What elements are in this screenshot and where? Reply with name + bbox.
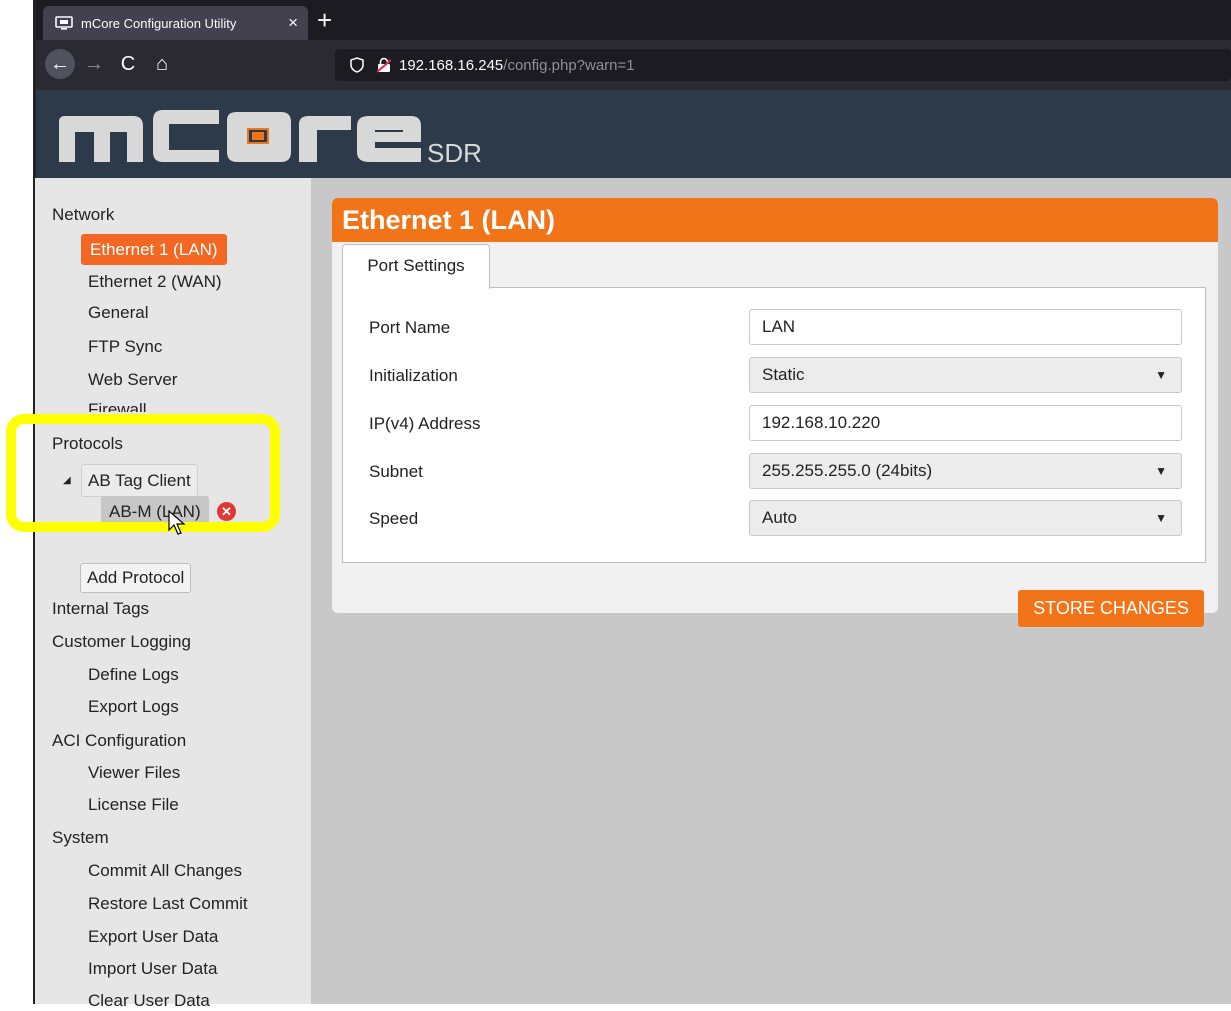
- tab-port-settings[interactable]: Port Settings: [342, 244, 490, 289]
- address-bar[interactable]: 192.168.16.245/config.php?warn=1: [335, 49, 1231, 81]
- insecure-lock-icon[interactable]: [376, 57, 392, 73]
- port-name-label: Port Name: [369, 318, 451, 337]
- new-tab-button[interactable]: +: [317, 5, 332, 35]
- sidebar-item-restore-last[interactable]: Restore Last Commit: [88, 894, 248, 914]
- mcore-sdr-logo: SDR: [59, 110, 482, 168]
- speed-select[interactable]: Auto ▼: [749, 500, 1182, 536]
- url-host: 192.168.16.245: [399, 56, 504, 74]
- tab-bar: mCore Configuration Utility × +: [35, 0, 1231, 40]
- sidebar-item-commit-all[interactable]: Commit All Changes: [88, 861, 242, 881]
- site-banner: SDR: [35, 90, 1231, 178]
- sidebar-heading-aci-configuration[interactable]: ACI Configuration: [52, 731, 186, 751]
- add-protocol-button[interactable]: Add Protocol: [80, 563, 192, 593]
- dropdown-arrow-icon: ▼: [1155, 511, 1167, 525]
- url-path: /config.php?warn=1: [503, 56, 635, 74]
- close-tab-icon[interactable]: ×: [288, 13, 298, 33]
- subnet-label: Subnet: [369, 462, 423, 481]
- monitor-icon: [55, 16, 73, 30]
- reload-button[interactable]: C: [113, 49, 143, 79]
- sidebar-heading-system[interactable]: System: [52, 828, 109, 848]
- sidebar-item-ethernet2[interactable]: Ethernet 2 (WAN): [88, 272, 222, 292]
- sidebar-item-viewer-files[interactable]: Viewer Files: [88, 763, 180, 783]
- ip-address-label: IP(v4) Address: [369, 414, 481, 433]
- sidebar-heading-network[interactable]: Network: [52, 205, 114, 225]
- initialization-select[interactable]: Static ▼: [749, 357, 1182, 393]
- dropdown-arrow-icon: ▼: [1155, 464, 1167, 478]
- sidebar-item-web-server[interactable]: Web Server: [88, 370, 177, 390]
- subnet-select[interactable]: 255.255.255.0 (24bits) ▼: [749, 453, 1182, 489]
- dropdown-arrow-icon: ▼: [1155, 368, 1167, 382]
- browser-toolbar: ← → C ⌂ 192.168.16.245/config.php?warn=1: [35, 40, 1231, 90]
- home-button[interactable]: ⌂: [147, 49, 177, 79]
- sidebar-heading-internal-tags[interactable]: Internal Tags: [52, 599, 149, 619]
- tab-title: mCore Configuration Utility: [81, 15, 237, 31]
- yellow-highlight-annotation: [6, 414, 280, 532]
- mouse-cursor-icon: [168, 510, 186, 535]
- sidebar-heading-customer-logging[interactable]: Customer Logging: [52, 632, 191, 652]
- sidebar-item-export-logs[interactable]: Export Logs: [88, 697, 179, 717]
- sidebar-item-license-file[interactable]: License File: [88, 795, 179, 815]
- initialization-label: Initialization: [369, 366, 458, 385]
- back-button[interactable]: ←: [45, 49, 75, 79]
- port-name-input[interactable]: LAN: [749, 309, 1182, 345]
- sidebar-item-firewall[interactable]: Firewall: [88, 400, 147, 412]
- browser-chrome: mCore Configuration Utility × + ← → C ⌂ …: [35, 0, 1231, 90]
- sidebar-item-ftp-sync[interactable]: FTP Sync: [88, 337, 162, 357]
- forward-button[interactable]: →: [79, 49, 109, 79]
- speed-value: Auto: [762, 508, 797, 527]
- shield-icon[interactable]: [349, 57, 365, 73]
- initialization-value: Static: [762, 365, 805, 384]
- sidebar-item-ethernet1[interactable]: Ethernet 1 (LAN): [81, 234, 227, 265]
- sidebar-item-clear-user[interactable]: Clear User Data: [88, 991, 210, 1011]
- subnet-value: 255.255.255.0 (24bits): [762, 461, 933, 480]
- sidebar-item-general[interactable]: General: [88, 303, 148, 323]
- sidebar-item-define-logs[interactable]: Define Logs: [88, 665, 179, 685]
- sidebar: Network Ethernet 1 (LAN) Ethernet 2 (WAN…: [35, 178, 311, 1010]
- sidebar-item-export-user[interactable]: Export User Data: [88, 927, 218, 947]
- settings-panel: Ethernet 1 (LAN) Port Settings Port Name…: [332, 198, 1218, 627]
- panel-title: Ethernet 1 (LAN): [332, 198, 1218, 242]
- browser-tab[interactable]: mCore Configuration Utility ×: [43, 6, 308, 40]
- store-changes-button[interactable]: STORE CHANGES: [1018, 590, 1204, 627]
- speed-label: Speed: [369, 509, 419, 528]
- logo-sdr-text: SDR: [427, 138, 482, 168]
- main-content: Ethernet 1 (LAN) Port Settings Port Name…: [311, 178, 1231, 1004]
- port-settings-form: Port Name LAN Initialization Static ▼ IP…: [342, 287, 1206, 563]
- ip-address-input[interactable]: 192.168.10.220: [749, 405, 1182, 441]
- sidebar-item-import-user[interactable]: Import User Data: [88, 959, 217, 979]
